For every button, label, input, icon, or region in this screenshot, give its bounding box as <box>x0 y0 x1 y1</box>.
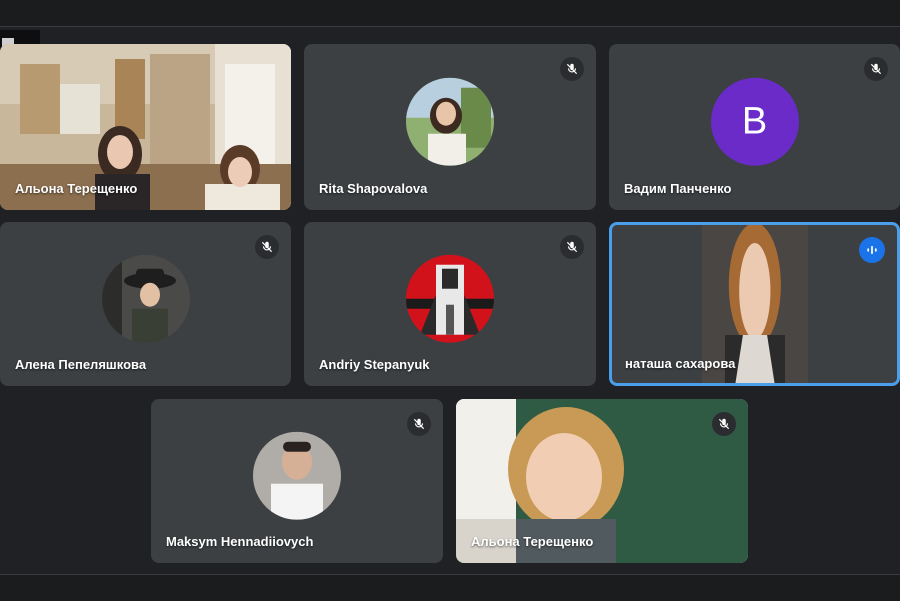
participant-tile[interactable]: В Вадим Панченко <box>609 44 900 210</box>
participant-tile[interactable]: Maksym Hennadiiovych <box>151 399 443 563</box>
mic-off-icon <box>560 57 584 81</box>
participant-avatar <box>406 77 494 166</box>
participant-name: Maksym Hennadiiovych <box>166 534 314 549</box>
participant-name: Алена Пепеляшкова <box>15 357 147 372</box>
top-bar <box>0 0 900 27</box>
mic-off-icon <box>255 235 279 259</box>
mic-off-icon <box>864 57 888 81</box>
bottom-bar <box>0 574 900 601</box>
participant-avatar <box>406 254 494 343</box>
mic-off-icon <box>712 412 736 436</box>
participant-avatar <box>253 431 341 520</box>
participant-avatar: В <box>710 77 799 166</box>
mic-off-icon <box>560 235 584 259</box>
participant-tile[interactable]: Andriy Stepanyuk <box>304 222 596 386</box>
participant-avatar <box>101 254 190 343</box>
participant-name: Rita Shapovalova <box>319 181 428 196</box>
participant-tile[interactable]: Алена Пепеляшкова <box>0 222 291 386</box>
participant-name: Andriy Stepanyuk <box>319 357 430 372</box>
participant-name: Альона Терещенко <box>471 534 594 549</box>
participant-tile[interactable]: Rita Shapovalova <box>304 44 596 210</box>
participant-tile[interactable]: Альона Терещенко <box>456 399 748 563</box>
participant-tile[interactable]: Альона Терещенко <box>0 44 291 210</box>
participant-name: Вадим Панченко <box>624 181 732 196</box>
participant-tile-active[interactable]: наташа сахарова <box>609 222 900 386</box>
participant-name: наташа сахарова <box>625 356 736 371</box>
mic-off-icon <box>407 412 431 436</box>
audio-level-icon <box>859 237 885 263</box>
participant-name: Альона Терещенко <box>15 181 138 196</box>
